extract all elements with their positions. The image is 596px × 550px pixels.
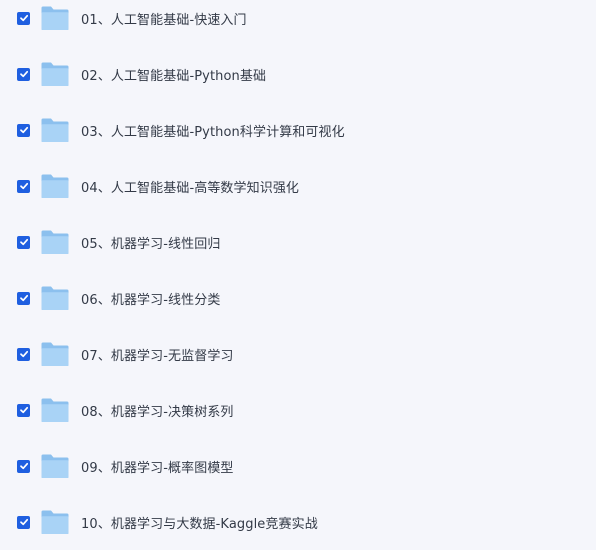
checkbox-checked-icon[interactable] bbox=[17, 235, 30, 249]
list-item[interactable]: 02、人工智能基础-Python基础 bbox=[0, 46, 596, 102]
checkbox-checked-icon[interactable] bbox=[17, 459, 30, 473]
list-item[interactable]: 05、机器学习-线性回归 bbox=[0, 214, 596, 270]
checkbox-checked-icon[interactable] bbox=[17, 123, 30, 137]
folder-icon bbox=[40, 341, 70, 367]
list-item[interactable]: 04、人工智能基础-高等数学知识强化 bbox=[0, 158, 596, 214]
file-name[interactable]: 06、机器学习-线性分类 bbox=[81, 289, 220, 308]
folder-icon bbox=[40, 61, 70, 87]
folder-icon bbox=[40, 173, 70, 199]
checkbox-checked-icon[interactable] bbox=[17, 67, 30, 81]
file-name[interactable]: 09、机器学习-概率图模型 bbox=[81, 457, 234, 476]
file-name[interactable]: 02、人工智能基础-Python基础 bbox=[81, 65, 266, 84]
checkbox-checked-icon[interactable] bbox=[17, 347, 30, 361]
folder-icon bbox=[40, 229, 70, 255]
list-item[interactable]: 08、机器学习-决策树系列 bbox=[0, 382, 596, 438]
checkbox-checked-icon[interactable] bbox=[17, 179, 30, 193]
list-item[interactable]: 06、机器学习-线性分类 bbox=[0, 270, 596, 326]
checkbox-checked-icon[interactable] bbox=[17, 403, 30, 417]
file-name[interactable]: 05、机器学习-线性回归 bbox=[81, 233, 220, 252]
file-name[interactable]: 04、人工智能基础-高等数学知识强化 bbox=[81, 177, 299, 196]
list-item[interactable]: 10、机器学习与大数据-Kaggle竞赛实战 bbox=[0, 494, 596, 550]
folder-icon bbox=[40, 5, 70, 31]
folder-icon bbox=[40, 397, 70, 423]
file-name[interactable]: 10、机器学习与大数据-Kaggle竞赛实战 bbox=[81, 513, 318, 532]
file-name[interactable]: 03、人工智能基础-Python科学计算和可视化 bbox=[81, 121, 345, 140]
file-name[interactable]: 01、人工智能基础-快速入门 bbox=[81, 9, 247, 28]
folder-icon bbox=[40, 285, 70, 311]
file-name[interactable]: 08、机器学习-决策树系列 bbox=[81, 401, 234, 420]
folder-icon bbox=[40, 117, 70, 143]
checkbox-checked-icon[interactable] bbox=[17, 11, 30, 25]
checkbox-checked-icon[interactable] bbox=[17, 291, 30, 305]
list-item[interactable]: 01、人工智能基础-快速入门 bbox=[0, 0, 596, 46]
folder-icon bbox=[40, 509, 70, 535]
list-item[interactable]: 09、机器学习-概率图模型 bbox=[0, 438, 596, 494]
folder-icon bbox=[40, 453, 70, 479]
checkbox-checked-icon[interactable] bbox=[17, 515, 30, 529]
list-item[interactable]: 03、人工智能基础-Python科学计算和可视化 bbox=[0, 102, 596, 158]
file-list: 01、人工智能基础-快速入门 02、人工智能基础-Python基础 03、人工智… bbox=[0, 0, 596, 548]
list-item[interactable]: 07、机器学习-无监督学习 bbox=[0, 326, 596, 382]
file-name[interactable]: 07、机器学习-无监督学习 bbox=[81, 345, 234, 364]
